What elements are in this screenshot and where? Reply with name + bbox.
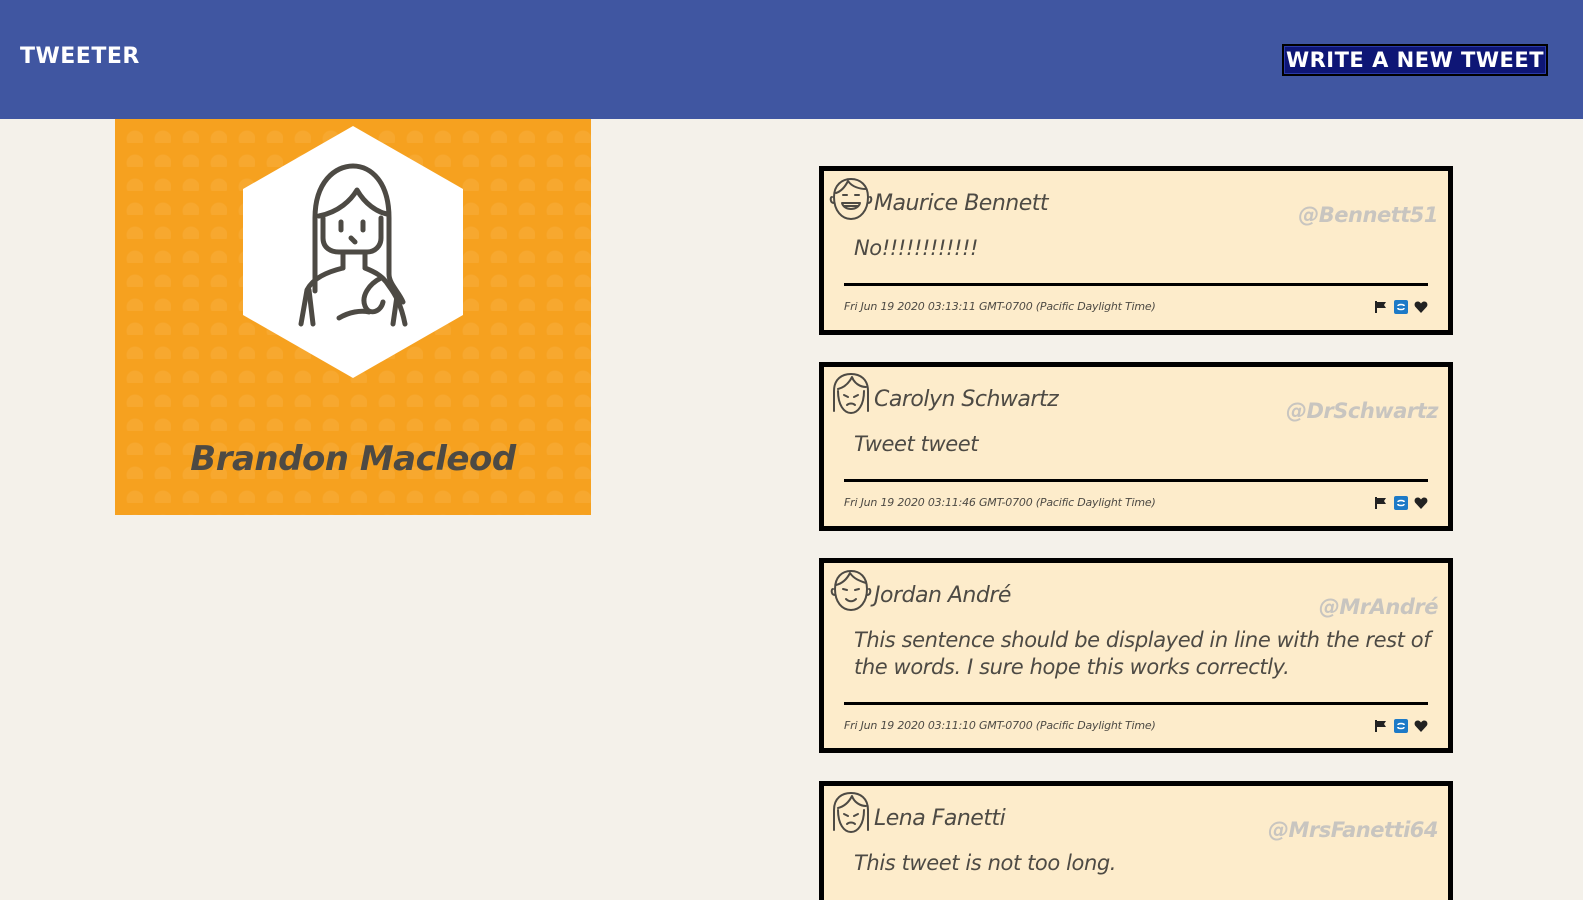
tweet-card: Maurice Bennett @Bennett51 No!!!!!!!!!!!… bbox=[819, 166, 1453, 335]
flag-icon[interactable] bbox=[1373, 299, 1388, 314]
grinning-man-avatar-icon bbox=[829, 178, 873, 220]
heart-icon[interactable] bbox=[1413, 495, 1428, 510]
tweet-author-name: Lena Fanetti bbox=[874, 806, 1006, 831]
tweet-actions bbox=[1373, 718, 1428, 733]
tweet-card: Carolyn Schwartz @DrSchwartz Tweet tweet… bbox=[819, 362, 1453, 531]
tweet-card: Lena Fanetti @MrsFanetti64 This tweet is… bbox=[819, 781, 1453, 900]
tweet-timestamp: Fri Jun 19 2020 03:11:10 GMT-0700 (Pacif… bbox=[844, 719, 1156, 732]
tweet-divider bbox=[844, 479, 1428, 482]
brand-logo[interactable]: Tweeter bbox=[20, 44, 140, 69]
flag-icon[interactable] bbox=[1373, 495, 1388, 510]
tweet-author-name: Jordan André bbox=[874, 583, 1011, 608]
tweet-divider bbox=[844, 283, 1428, 286]
retweet-icon[interactable] bbox=[1393, 495, 1408, 510]
tweet-timestamp: Fri Jun 19 2020 03:13:11 GMT-0700 (Pacif… bbox=[844, 300, 1156, 313]
woman-avatar-icon bbox=[833, 792, 869, 833]
flag-icon[interactable] bbox=[1373, 718, 1388, 733]
retweet-icon[interactable] bbox=[1393, 718, 1408, 733]
tweet-body: This sentence should be displayed in lin… bbox=[854, 628, 1431, 679]
tweet-author-handle: @MrsFanetti64 bbox=[1267, 818, 1439, 842]
tweet-card: Jordan André @MrAndré This sentence shou… bbox=[819, 558, 1453, 753]
tweet-author-handle: @Bennett51 bbox=[1298, 203, 1438, 227]
retweet-icon[interactable] bbox=[1393, 299, 1408, 314]
profile-name: Brandon Macleod bbox=[190, 439, 516, 479]
man-avatar-icon bbox=[830, 570, 872, 611]
woman-avatar-icon bbox=[243, 126, 463, 378]
heart-icon[interactable] bbox=[1413, 718, 1428, 733]
tweet-author-name: Carolyn Schwartz bbox=[874, 387, 1059, 412]
heart-icon[interactable] bbox=[1413, 299, 1428, 314]
tweet-actions bbox=[1373, 299, 1428, 314]
tweet-author-handle: @DrSchwartz bbox=[1286, 399, 1439, 423]
tweet-author-name: Maurice Bennett bbox=[874, 191, 1049, 216]
top-nav: Tweeter Write a new tweet bbox=[0, 0, 1583, 119]
tweet-actions bbox=[1373, 495, 1428, 510]
woman-avatar-icon bbox=[833, 373, 869, 414]
tweet-body: No!!!!!!!!!!!! bbox=[854, 236, 978, 260]
profile-card: Brandon Macleod bbox=[115, 119, 591, 515]
tweet-timestamp: Fri Jun 19 2020 03:11:46 GMT-0700 (Pacif… bbox=[844, 496, 1156, 509]
tweet-body: Tweet tweet bbox=[854, 432, 979, 456]
write-new-tweet-button[interactable]: Write a new tweet bbox=[1282, 44, 1548, 76]
tweet-body: This tweet is not too long. bbox=[854, 851, 1117, 875]
tweet-author-handle: @MrAndré bbox=[1318, 595, 1439, 619]
tweet-divider bbox=[844, 702, 1428, 705]
